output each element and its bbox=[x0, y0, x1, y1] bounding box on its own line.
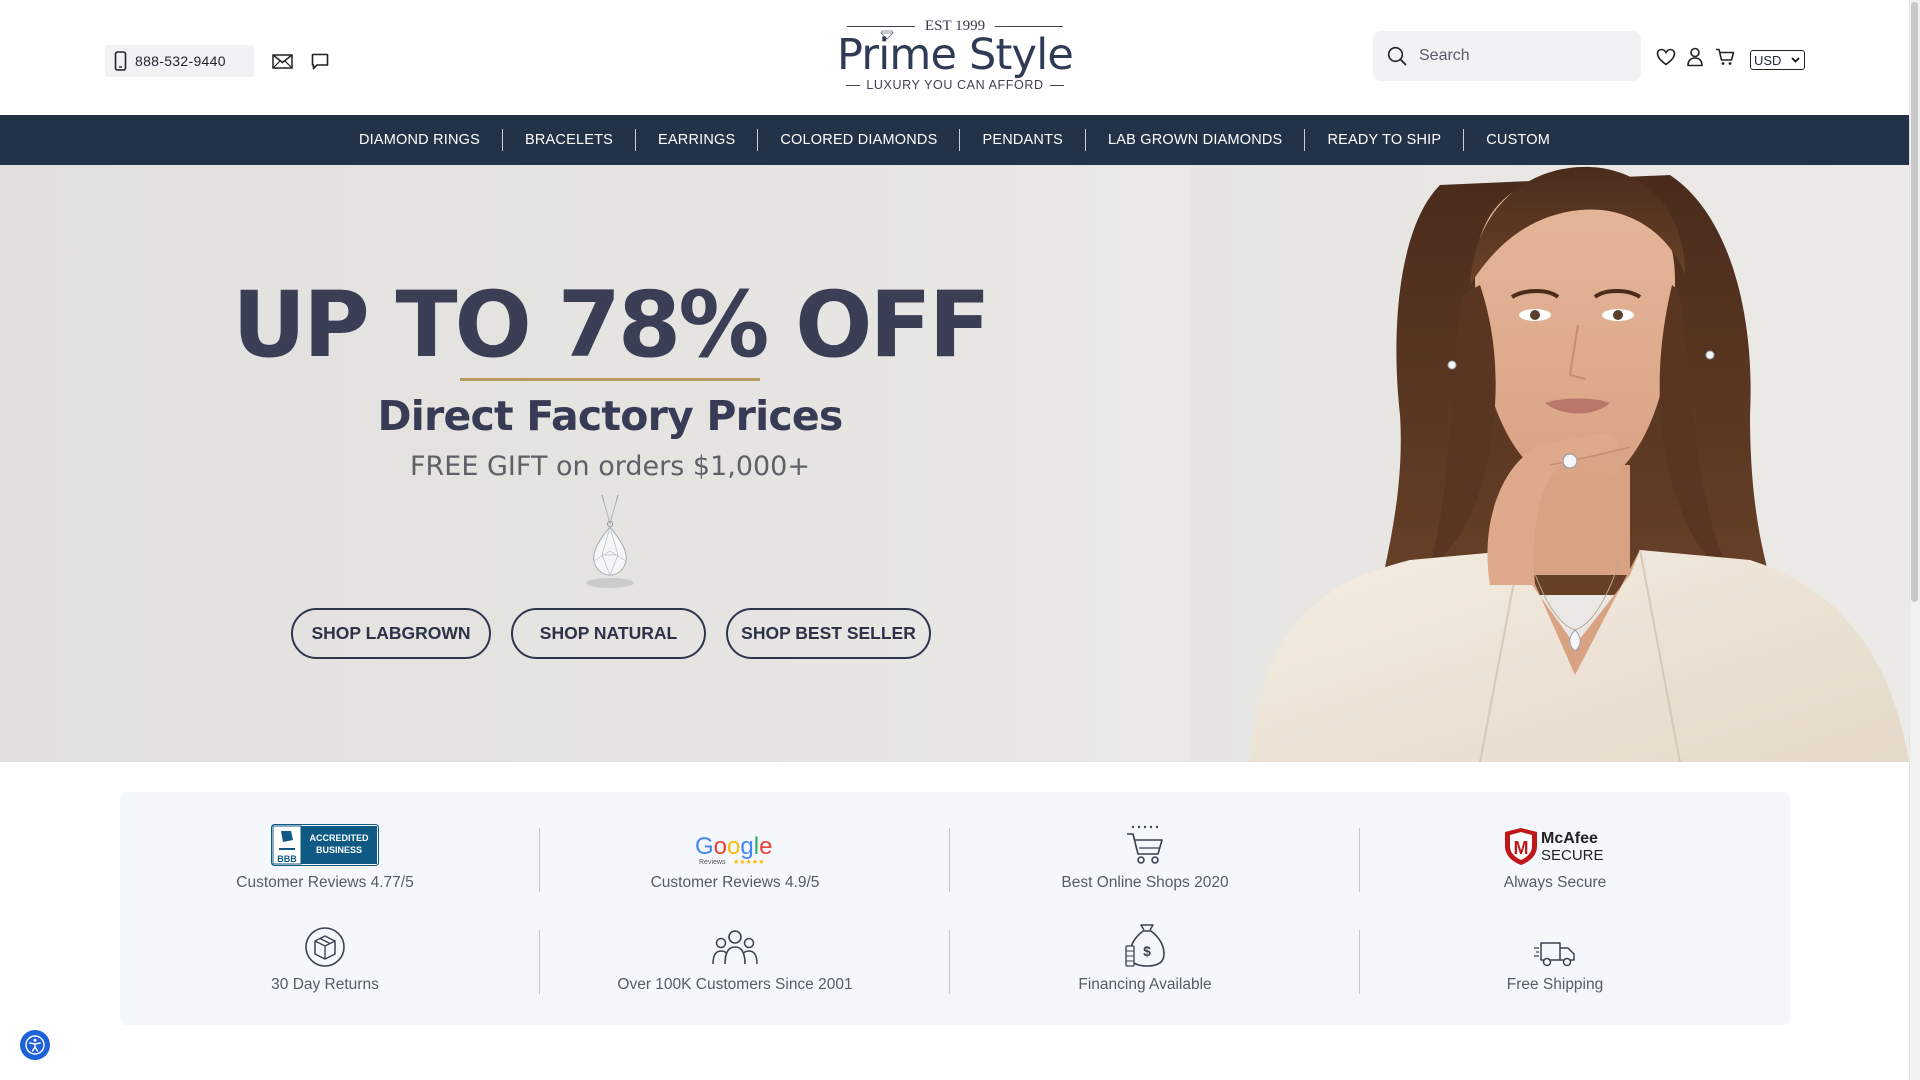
nav-lab-grown-diamonds[interactable]: LAB GROWN DIAMONDS bbox=[1086, 132, 1304, 148]
nav-ready-to-ship[interactable]: READY TO SHIP bbox=[1305, 132, 1463, 148]
trust-label-mcafee: Always Secure bbox=[1503, 874, 1607, 891]
hero-subtitle: Direct Factory Prices bbox=[377, 392, 844, 440]
nav-diamond-rings[interactable]: DIAMOND RINGS bbox=[337, 132, 502, 148]
search-input[interactable] bbox=[1419, 47, 1619, 65]
search-bar[interactable] bbox=[1373, 31, 1641, 81]
page-scrollbar[interactable] bbox=[1909, 0, 1920, 1080]
trust-item-returns[interactable]: 30 Day Returns bbox=[120, 922, 530, 994]
trust-item-financing[interactable]: $ Financing Available bbox=[940, 922, 1350, 994]
trust-label-bbb: Customer Reviews 4.77/5 bbox=[236, 874, 414, 891]
mcafee-secure-icon: M McAfee SECURE bbox=[1505, 828, 1604, 865]
scrollbar-thumb[interactable] bbox=[1911, 2, 1918, 602]
nav-colored-diamonds[interactable]: COLORED DIAMONDS bbox=[758, 132, 959, 148]
svg-text:★★★★★: ★★★★★ bbox=[733, 858, 764, 866]
logo-name: Prime Style bbox=[836, 30, 1074, 80]
accessibility-icon bbox=[25, 1035, 45, 1055]
phone-icon bbox=[114, 51, 127, 71]
nav-bracelets[interactable]: BRACELETS bbox=[503, 132, 635, 148]
bbb-badge-line1: ACCREDITED bbox=[309, 833, 369, 843]
shopping-cart-icon bbox=[1127, 825, 1163, 864]
trust-item-best-shops[interactable]: Best Online Shops 2020 bbox=[940, 820, 1350, 892]
trust-item-shipping[interactable]: Free Shipping bbox=[1350, 922, 1760, 994]
nav-pendants[interactable]: PENDANTS bbox=[960, 132, 1085, 148]
phone-number: 888-532-9440 bbox=[135, 53, 226, 69]
model-photo bbox=[1190, 165, 1909, 762]
trust-item-customers[interactable]: Over 100K Customers Since 2001 bbox=[530, 922, 940, 994]
phone-number-button[interactable]: 888-532-9440 bbox=[105, 45, 254, 77]
cart-icon[interactable] bbox=[1714, 46, 1736, 68]
svg-text:M: M bbox=[1514, 838, 1529, 858]
hero-gift-text: FREE GIFT on orders $1,000+ bbox=[410, 451, 810, 482]
hero-divider bbox=[460, 378, 760, 381]
trust-badges-panel: ACCREDITED BUSINESS BBB Customer Reviews… bbox=[120, 792, 1790, 1025]
main-nav: DIAMOND RINGS BRACELETS EARRINGS COLORED… bbox=[0, 115, 1909, 165]
heart-icon[interactable] bbox=[1655, 46, 1677, 68]
mcafee-badge-secure: SECURE bbox=[1541, 847, 1604, 864]
shop-best-seller-button[interactable]: SHOP BEST SELLER bbox=[726, 608, 931, 659]
shop-labgrown-button[interactable]: SHOP LABGROWN bbox=[291, 608, 491, 659]
trust-label-best-shops: Best Online Shops 2020 bbox=[1061, 874, 1229, 891]
trust-label-customers: Over 100K Customers Since 2001 bbox=[617, 976, 853, 993]
trust-label-returns: 30 Day Returns bbox=[271, 976, 379, 993]
trust-item-mcafee[interactable]: M McAfee SECURE Always Secure bbox=[1350, 820, 1760, 892]
nav-custom[interactable]: CUSTOM bbox=[1464, 132, 1572, 148]
bbb-accredited-icon: ACCREDITED BUSINESS BBB bbox=[271, 824, 379, 866]
trust-label-financing: Financing Available bbox=[1078, 976, 1212, 993]
money-bag-icon: $ bbox=[1125, 924, 1165, 967]
mail-icon[interactable] bbox=[270, 50, 294, 72]
mcafee-badge-name: McAfee bbox=[1541, 830, 1598, 847]
accessibility-button[interactable] bbox=[20, 1030, 50, 1060]
svg-text:Google: Google bbox=[695, 833, 772, 860]
hero-title: UP TO 78% OFF bbox=[232, 273, 991, 378]
trust-item-google[interactable]: Google Reviews ★★★★★ Customer Reviews 4.… bbox=[530, 820, 940, 892]
chevron-down-icon bbox=[1791, 57, 1800, 63]
search-icon bbox=[1387, 46, 1407, 66]
brand-logo[interactable]: EST 1999 Prime Style LUXURY YOU CAN AFFO… bbox=[835, 12, 1075, 100]
delivery-truck-icon bbox=[1534, 942, 1575, 967]
svg-text:Reviews: Reviews bbox=[699, 859, 726, 866]
svg-text:$: $ bbox=[1143, 943, 1151, 959]
trust-label-shipping: Free Shipping bbox=[1506, 976, 1604, 993]
chat-icon[interactable] bbox=[308, 50, 332, 72]
hero-banner[interactable]: UP TO 78% OFF Direct Factory Prices FREE… bbox=[0, 165, 1909, 762]
user-icon[interactable] bbox=[1684, 46, 1706, 68]
nav-earrings[interactable]: EARRINGS bbox=[636, 132, 757, 148]
google-reviews-icon: Google Reviews ★★★★★ bbox=[695, 833, 772, 866]
diamond-pendant-image bbox=[586, 494, 634, 588]
site-header: 888-532-9440 EST 1999 Prime Style LUXURY… bbox=[0, 0, 1909, 115]
box-return-icon bbox=[305, 927, 345, 967]
logo-tagline: LUXURY YOU CAN AFFORD bbox=[866, 78, 1044, 92]
trust-label-google: Customer Reviews 4.9/5 bbox=[650, 874, 820, 891]
trust-item-bbb[interactable]: ACCREDITED BUSINESS BBB Customer Reviews… bbox=[120, 820, 530, 892]
svg-text:BBB: BBB bbox=[277, 854, 297, 864]
currency-value: USD bbox=[1754, 52, 1782, 68]
bbb-badge-line2: BUSINESS bbox=[316, 845, 362, 855]
shop-natural-button[interactable]: SHOP NATURAL bbox=[511, 608, 706, 659]
currency-select[interactable]: USD bbox=[1750, 50, 1805, 70]
customers-group-icon bbox=[712, 930, 758, 965]
